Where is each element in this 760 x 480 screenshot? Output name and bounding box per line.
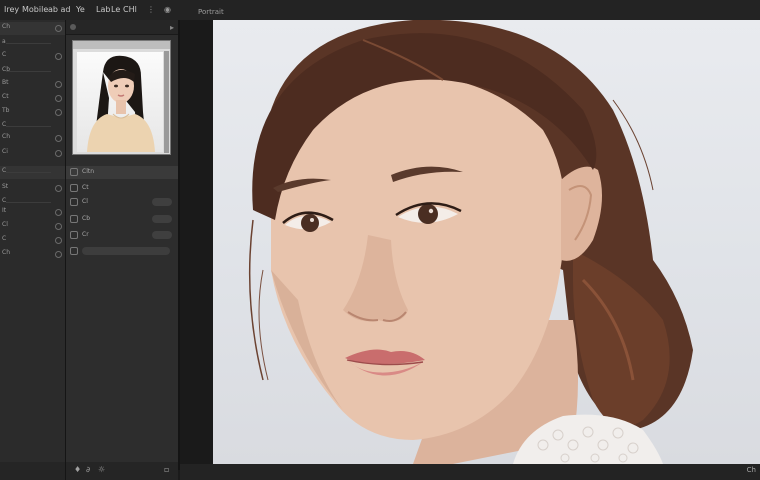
canvas-ruler: [180, 20, 213, 464]
add-layer-icon[interactable]: ▫: [164, 465, 169, 474]
toggle-icon[interactable]: [55, 209, 62, 216]
toggle-icon[interactable]: [55, 109, 62, 116]
left-panel-row[interactable]: Bt: [0, 78, 65, 91]
menu-item-4[interactable]: Lab: [96, 4, 110, 16]
pin-icon[interactable]: ♦: [74, 465, 81, 474]
slider-track[interactable]: [6, 202, 51, 203]
toggle-icon[interactable]: [55, 150, 62, 157]
layer-row[interactable]: [66, 245, 178, 258]
left-row-label: Cl: [2, 221, 8, 228]
slider-track[interactable]: [6, 172, 51, 173]
left-panel-row[interactable]: Ci: [0, 147, 65, 160]
eye-icon[interactable]: [70, 184, 78, 192]
slider-track[interactable]: [6, 71, 51, 72]
toggle-icon[interactable]: [55, 237, 62, 244]
photo-editor-window: Irey Mobile ab ad Ye Lab Le CHl ⋮ ◉ Ch a…: [0, 0, 760, 480]
menu-item-2[interactable]: ab ad: [48, 4, 71, 16]
layer-label: Cl: [82, 198, 88, 205]
toggle-icon[interactable]: [55, 25, 62, 32]
portrait-photo-graphic: [248, 20, 693, 464]
layers-panel-header: ▸: [66, 20, 178, 35]
slider-track[interactable]: [6, 43, 51, 44]
settings-icon[interactable]: ☼: [98, 465, 105, 474]
menu-item-6[interactable]: CHl: [123, 4, 137, 16]
left-row-label: Bt: [2, 79, 9, 86]
left-panel-row[interactable]: St: [0, 182, 65, 195]
left-panel-footer: [0, 462, 66, 480]
menu-item-3[interactable]: Ye: [76, 4, 85, 16]
layer-icon: [70, 168, 78, 176]
eye-icon[interactable]: [70, 247, 78, 255]
layer-label: Cltn: [82, 168, 95, 175]
left-row-label: Ch: [2, 23, 10, 30]
layers-panel: ▸ Cltn Ct Cl Cb Cr: [66, 20, 180, 470]
left-row-label: Ch: [2, 249, 10, 256]
panel-icon[interactable]: ◉: [164, 4, 171, 16]
menubar: Irey Mobile ab ad Ye Lab Le CHl ⋮ ◉: [0, 0, 760, 21]
menu-item-5[interactable]: Le: [111, 4, 120, 16]
left-panel: Ch a C Cb Bt Ct Tb C Ch Ci C St C It Cl …: [0, 20, 66, 470]
layer-row[interactable]: Cl: [66, 196, 178, 209]
toggle-icon[interactable]: [55, 81, 62, 88]
left-row-label: Tb: [2, 107, 10, 114]
layer-badge: [152, 198, 172, 206]
left-panel-row[interactable]: Cb: [0, 65, 65, 78]
left-panel-row[interactable]: C: [0, 234, 65, 247]
canvas-photo[interactable]: [213, 20, 760, 464]
left-panel-row[interactable]: Ct: [0, 92, 65, 105]
left-row-label: Ct: [2, 93, 9, 100]
toggle-icon[interactable]: [55, 95, 62, 102]
more-icon[interactable]: ⋮: [147, 4, 155, 16]
status-text: Ch: [746, 466, 756, 474]
thumbnail-portrait-graphic: [87, 55, 155, 152]
layer-row[interactable]: Cr: [66, 229, 178, 242]
portrait-thumbnail: [77, 52, 163, 152]
preview-thumbnail-frame[interactable]: [72, 40, 171, 155]
layer-row[interactable]: Ct: [66, 182, 178, 195]
left-panel-row[interactable]: C: [0, 50, 65, 63]
left-row-label: St: [2, 183, 9, 190]
toggle-icon[interactable]: [55, 185, 62, 192]
left-panel-row[interactable]: Ch: [0, 22, 65, 35]
left-row-label: Ch: [2, 133, 10, 140]
slider-track[interactable]: [6, 126, 51, 127]
layer-label: Ct: [82, 184, 89, 191]
eye-icon[interactable]: [70, 198, 78, 206]
menu-item-1[interactable]: Mobile: [22, 4, 48, 16]
left-row-label: C: [2, 51, 7, 58]
left-row-label: It: [2, 207, 7, 214]
left-panel-row[interactable]: C: [0, 166, 65, 179]
panel-menu-icon[interactable]: ▸: [170, 23, 174, 32]
layer-label: Cb: [82, 215, 90, 222]
layer-row[interactable]: Cltn: [66, 166, 178, 179]
toggle-icon[interactable]: [55, 251, 62, 258]
thumbnail-caption-bar: [73, 41, 170, 49]
left-row-label: C: [2, 235, 7, 242]
layer-badge: [152, 231, 172, 239]
link-icon[interactable]: ∂: [86, 465, 90, 474]
left-panel-row[interactable]: a: [0, 37, 65, 50]
left-panel-row[interactable]: Tb: [0, 106, 65, 119]
layer-label: Cr: [82, 231, 89, 238]
menu-item-0[interactable]: Irey: [4, 4, 19, 16]
left-panel-row[interactable]: Cl: [0, 220, 65, 233]
document-tab[interactable]: Portrait: [198, 8, 224, 16]
layer-badge: [152, 215, 172, 223]
left-panel-row[interactable]: It: [0, 206, 65, 219]
left-panel-row[interactable]: Ch: [0, 132, 65, 145]
left-panel-row[interactable]: Ch: [0, 248, 65, 261]
eye-icon[interactable]: [70, 231, 78, 239]
layers-panel-footer: ♦ ∂ ☼ ▫: [66, 462, 178, 480]
toggle-icon[interactable]: [55, 135, 62, 142]
left-row-label: Ci: [2, 148, 8, 155]
eye-icon[interactable]: [70, 215, 78, 223]
toggle-icon[interactable]: [55, 53, 62, 60]
layer-row[interactable]: Cb: [66, 213, 178, 226]
toggle-icon[interactable]: [55, 223, 62, 230]
layer-name-field[interactable]: [82, 247, 170, 255]
status-bar: Ch: [180, 464, 760, 480]
thumbnail-scrollbar[interactable]: [164, 51, 169, 153]
panel-dot-icon: [70, 24, 76, 30]
